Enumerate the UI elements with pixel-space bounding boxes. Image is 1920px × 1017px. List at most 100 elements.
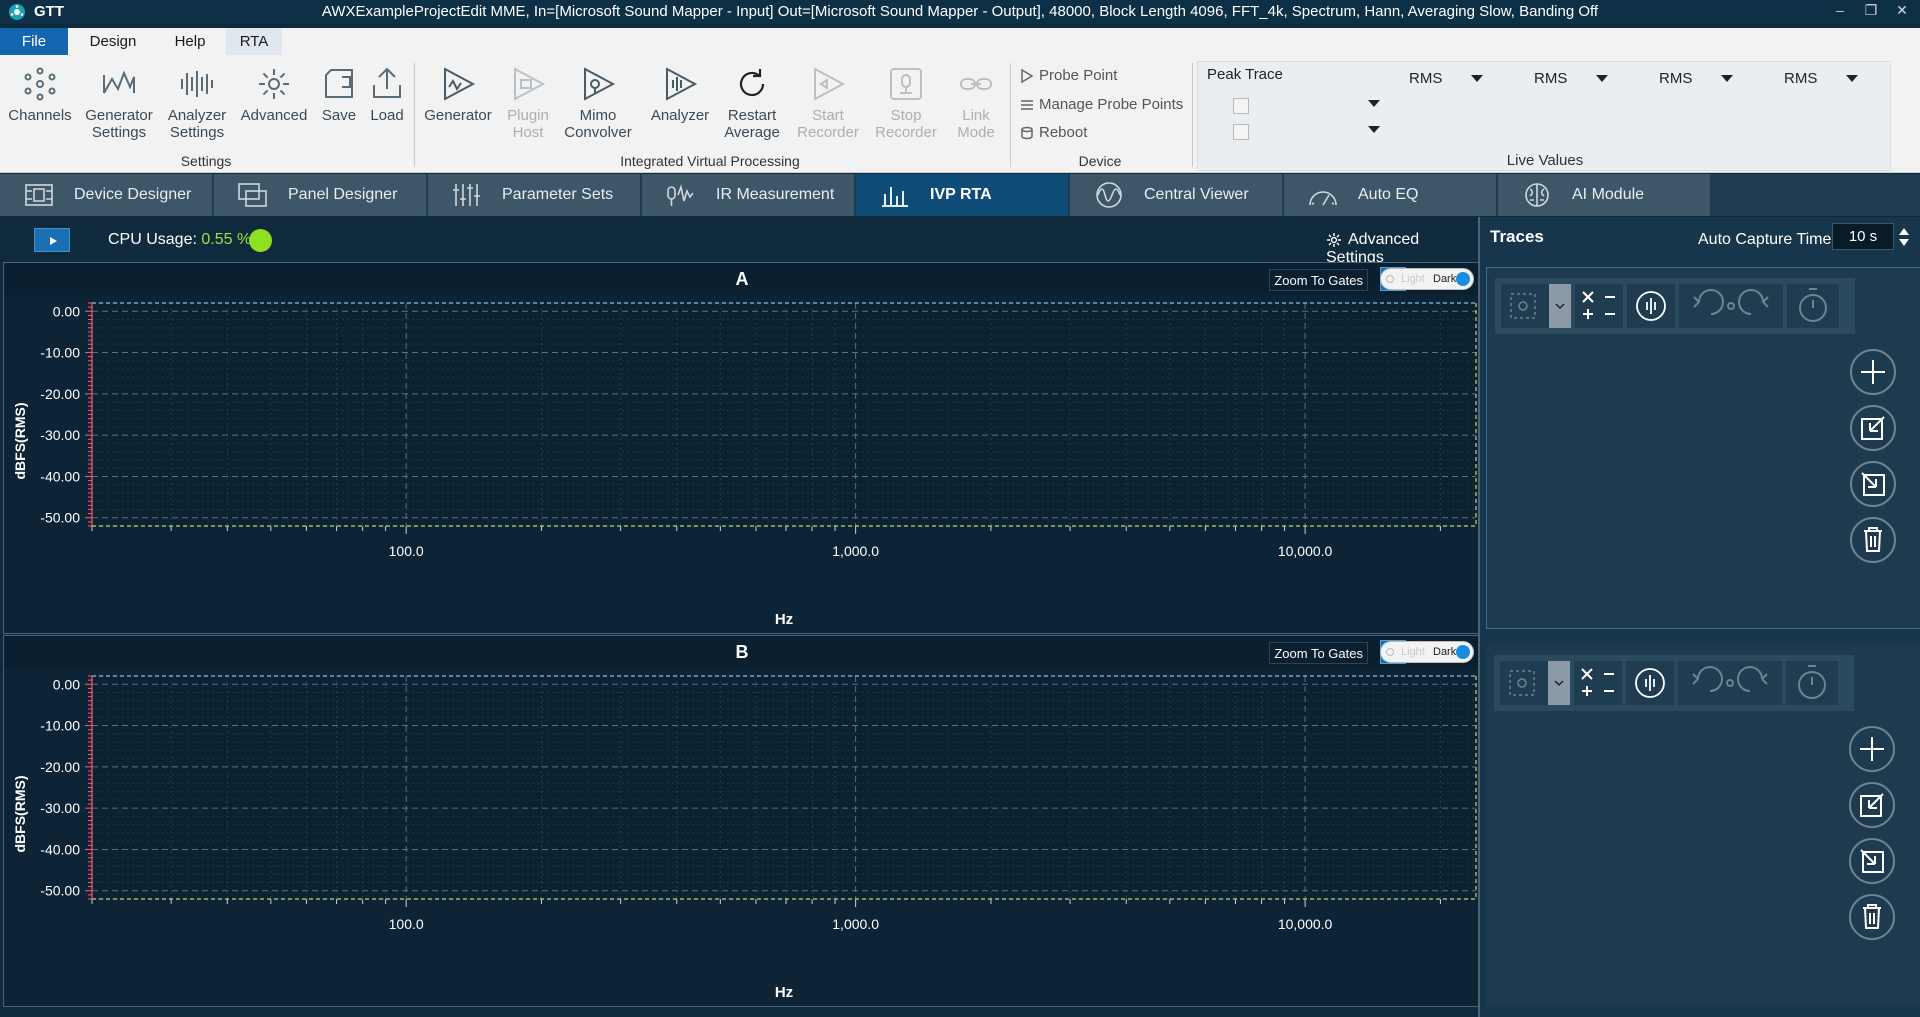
rms-select-4[interactable]: RMS [1784, 70, 1817, 87]
link-mode-button[interactable]: Link Mode [948, 65, 1004, 141]
import-trace-button[interactable] [1849, 404, 1897, 452]
start-recorder-button[interactable]: Start Recorder [792, 65, 864, 141]
chevron-down-icon[interactable] [1368, 126, 1380, 133]
manage-probe-points-button[interactable]: Manage Probe Points [1020, 96, 1183, 113]
mimo-convolver-button[interactable]: Mimo Convolver [560, 65, 636, 141]
analyzer-settings-button[interactable]: Analyzer Settings [160, 65, 234, 141]
stop-recorder-button[interactable]: Stop Recorder [870, 65, 942, 141]
spectrum-chart-a[interactable]: 0.00 -10.00 -20.00 -30.00 -40.00 -50.00 100.0 1… [4, 295, 1480, 633]
y-tick-label: -50.00 [40, 510, 80, 526]
chevron-down-icon[interactable] [1471, 75, 1483, 82]
rms-select-3[interactable]: RMS [1659, 70, 1692, 87]
trace-select-button[interactable] [1501, 284, 1571, 328]
probe-point-button[interactable]: Probe Point [1020, 67, 1117, 84]
tab-ir-measurement[interactable]: IR Measurement [642, 174, 855, 216]
math-operations-button[interactable] [1575, 284, 1623, 328]
import-trace-button[interactable] [1848, 781, 1896, 829]
zoom-to-gates-button[interactable]: Zoom To Gates [1269, 269, 1368, 291]
tab-device-designer[interactable]: Device Designer [0, 174, 213, 216]
play-button[interactable] [34, 228, 70, 252]
tab-central-viewer[interactable]: Central Viewer [1070, 174, 1283, 216]
analyzer-settings-label: Analyzer Settings [167, 107, 227, 141]
auto-capture-time-input[interactable]: 10 s [1832, 223, 1894, 250]
undo-redo-group[interactable] [1678, 661, 1782, 705]
load-button[interactable]: Load [364, 65, 410, 124]
add-trace-button[interactable] [1848, 725, 1896, 773]
math-operations-icon [1582, 291, 1615, 319]
tab-parameter-sets[interactable]: Parameter Sets [428, 174, 641, 216]
y-tick-label: 0.00 [53, 303, 80, 319]
close-button[interactable]: ✕ [1887, 2, 1917, 22]
save-button[interactable]: Save [316, 65, 362, 124]
tab-auto-eq[interactable]: Auto EQ [1284, 174, 1497, 216]
panel-designer-icon [238, 183, 267, 207]
tab-panel-designer[interactable]: Panel Designer [214, 174, 427, 216]
toggle-off-dot [1386, 648, 1394, 656]
reboot-button[interactable]: Reboot [1020, 124, 1087, 141]
undo-redo-group[interactable] [1679, 284, 1783, 328]
reboot-label: Reboot [1039, 124, 1088, 141]
tab-ivp-rta[interactable]: IVP RTA [856, 174, 1069, 216]
chevron-down-icon[interactable] [1846, 75, 1858, 82]
add-trace-button[interactable] [1849, 348, 1897, 396]
chevron-down-icon[interactable] [1721, 75, 1733, 82]
restore-button[interactable]: ❐ [1856, 2, 1886, 22]
peak-trace-checkbox-1[interactable] [1233, 98, 1249, 114]
theme-toggle[interactable]: Light Dark [1380, 268, 1474, 290]
timer-button[interactable] [1786, 661, 1838, 705]
timer-button[interactable] [1787, 284, 1839, 328]
bar-chart-icon [882, 187, 908, 207]
spinner-arrows-icon[interactable] [1898, 225, 1910, 249]
microphone-wave-icon [667, 184, 694, 206]
toggle-dark-label: Dark [1433, 273, 1457, 285]
target-icon [1510, 284, 1571, 328]
plot-panel-a: A Zoom To Gates Light Dark 0.00 -10.00 -20… [3, 262, 1480, 634]
x-tick-label: 1,000.0 [832, 916, 879, 932]
mimo-convolver-label: Mimo Convolver [564, 107, 632, 141]
channels-button[interactable]: Channels [6, 65, 74, 124]
probe-point-icon [1021, 69, 1034, 84]
y-axis-label: dBFS(RMS) [12, 775, 28, 853]
delete-trace-button[interactable] [1848, 893, 1896, 941]
auto-capture-label: Auto Capture Time [1698, 231, 1832, 248]
x-axis-label: Hz [774, 984, 794, 1001]
live-values-label: Live Values [1506, 152, 1584, 169]
generator-settings-button[interactable]: Generator Settings [80, 65, 158, 141]
minimize-button[interactable]: – [1825, 2, 1855, 22]
play-icon [50, 237, 57, 245]
theme-toggle[interactable]: Light Dark [1380, 641, 1474, 663]
undo-redo-icon [1693, 289, 1769, 315]
menu-help[interactable]: Help [160, 28, 220, 55]
plugin-host-button[interactable]: Plugin Host [498, 65, 558, 141]
menu-design[interactable]: Design [78, 28, 148, 55]
restart-average-button[interactable]: Restart Average [716, 65, 788, 141]
export-trace-button[interactable] [1849, 460, 1897, 508]
delete-trace-button[interactable] [1849, 516, 1897, 564]
tab-ai-module[interactable]: AI Module [1498, 174, 1711, 216]
trace-settings-button[interactable] [1627, 284, 1675, 328]
toggle-light-label: Light [1401, 646, 1425, 658]
menu-bar: File Design Help RTA [0, 28, 1920, 55]
trace-toolbar [1495, 278, 1855, 334]
rms-select-1[interactable]: RMS [1409, 70, 1442, 87]
peak-trace-checkbox-2[interactable] [1233, 124, 1249, 140]
trace-settings-button[interactable] [1626, 661, 1674, 705]
spectrum-chart-b[interactable]: 0.00 -10.00 -20.00 -30.00 -40.00 -50.00 100.0 1… [4, 668, 1480, 1006]
menu-rta[interactable]: RTA [226, 28, 282, 55]
advanced-button[interactable]: Advanced [238, 65, 310, 124]
rms-select-2[interactable]: RMS [1534, 70, 1567, 87]
zoom-to-gates-button[interactable]: Zoom To Gates [1269, 642, 1368, 664]
advanced-label: Advanced [240, 107, 308, 124]
analyzer-button[interactable]: Analyzer [640, 65, 720, 124]
trace-select-button[interactable] [1500, 661, 1570, 705]
export-trace-button[interactable] [1848, 837, 1896, 885]
tab-label: Central Viewer [1144, 186, 1249, 203]
plot-title: A [4, 263, 1480, 295]
generator-button[interactable]: Generator [420, 65, 496, 124]
toggle-dark-label: Dark [1433, 646, 1457, 658]
math-operations-button[interactable] [1574, 661, 1622, 705]
target-icon [1509, 661, 1570, 705]
menu-file[interactable]: File [0, 28, 68, 55]
chevron-down-icon[interactable] [1596, 75, 1608, 82]
chevron-down-icon[interactable] [1368, 100, 1380, 107]
